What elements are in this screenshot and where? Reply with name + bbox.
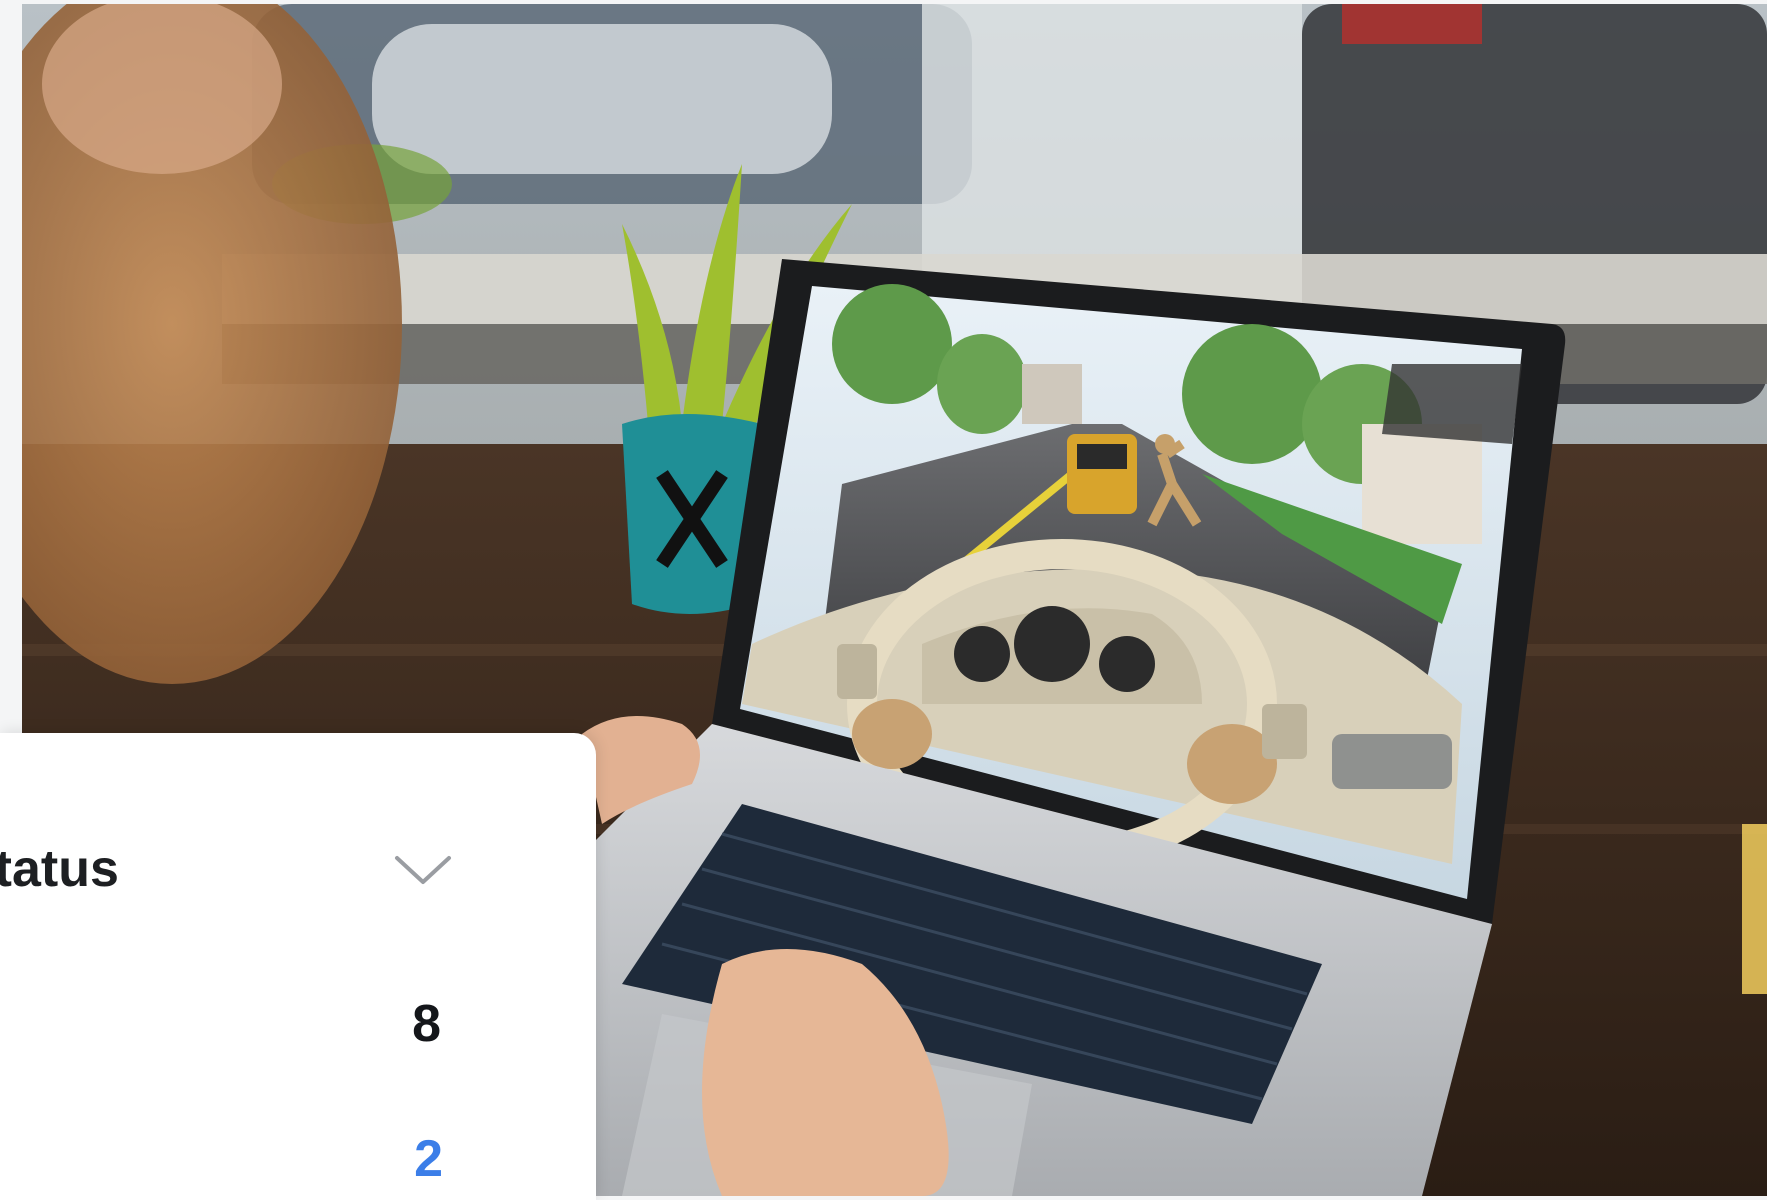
status-row-label: ed	[0, 1003, 148, 1045]
status-row-value: 8	[412, 995, 441, 1053]
status-card: ng Status ed 8 2	[0, 733, 596, 1200]
chevron-down-icon[interactable]	[393, 852, 453, 888]
page: ng Status ed 8 2	[0, 0, 1767, 1200]
card-title: ng Status	[0, 840, 119, 898]
status-row-value-highlight: 2	[414, 1130, 443, 1188]
